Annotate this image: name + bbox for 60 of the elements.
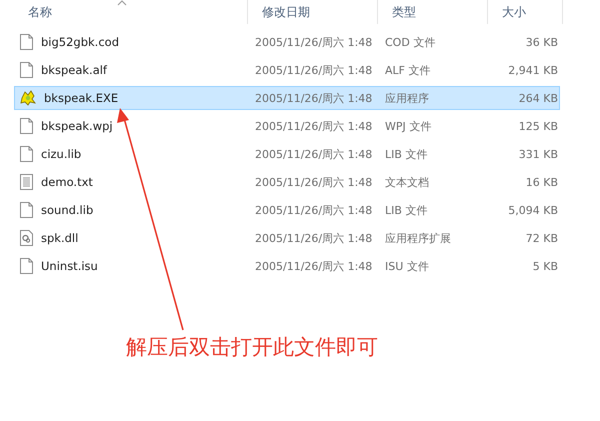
file-row[interactable]: bkspeak.EXE 2005/11/26/周六 1:48 应用程序 264 KB [14, 86, 560, 110]
file-row[interactable]: big52gbk.cod 2005/11/26/周六 1:48 COD 文件 36 KB [14, 30, 560, 54]
file-row[interactable]: bkspeak.wpj 2005/11/26/周六 1:48 WPJ 文件 125 KB [14, 114, 560, 138]
file-type: 应用程序扩展 [384, 230, 452, 246]
file-type: WPJ 文件 [384, 118, 432, 134]
file-icon [20, 62, 33, 78]
file-icon [20, 258, 33, 274]
file-size: 125 KB [518, 120, 559, 132]
file-size: 72 KB [524, 232, 559, 244]
file-name: sound.lib [41, 203, 94, 217]
column-header[interactable]: 修改日期 [248, 0, 378, 24]
file-row[interactable]: spk.dll 2005/11/26/周六 1:48 应用程序扩展 72 KB [14, 226, 560, 250]
file-size: 5,094 KB [507, 204, 559, 216]
file-row[interactable]: cizu.lib 2005/11/26/周六 1:48 LIB 文件 331 KB [14, 142, 560, 166]
file-name: bkspeak.EXE [44, 91, 118, 105]
file-name: Uninst.isu [41, 259, 98, 273]
app-icon [20, 90, 36, 106]
modified-date: 2005/11/26/周六 1:48 [254, 90, 374, 106]
text-file-icon [20, 174, 33, 190]
settings-file-icon [20, 230, 33, 246]
file-icon [20, 202, 33, 218]
modified-date: 2005/11/26/周六 1:48 [254, 34, 374, 50]
file-name: bkspeak.wpj [41, 119, 113, 133]
column-header[interactable]: 大小 [488, 0, 563, 24]
file-type: LIB 文件 [384, 146, 428, 162]
file-type: LIB 文件 [384, 202, 428, 218]
file-icon [20, 118, 33, 134]
modified-date: 2005/11/26/周六 1:48 [254, 62, 374, 78]
modified-date: 2005/11/26/周六 1:48 [254, 146, 374, 162]
file-name: big52gbk.cod [41, 35, 120, 49]
modified-date: 2005/11/26/周六 1:48 [254, 258, 374, 274]
file-icon [20, 146, 33, 162]
file-name: demo.txt [41, 175, 93, 189]
file-name: spk.dll [41, 231, 78, 245]
file-row[interactable]: sound.lib 2005/11/26/周六 1:48 LIB 文件 5,094 KB [14, 198, 560, 222]
file-row[interactable]: Uninst.isu 2005/11/26/周六 1:48 ISU 文件 5 KB [14, 254, 560, 278]
modified-date: 2005/11/26/周六 1:48 [254, 230, 374, 246]
file-size: 36 KB [524, 36, 559, 48]
file-size: 2,941 KB [507, 64, 559, 76]
file-size: 16 KB [524, 176, 559, 188]
file-type: ISU 文件 [384, 258, 430, 274]
file-type: 应用程序 [384, 90, 430, 106]
file-row[interactable]: bkspeak.alf 2005/11/26/周六 1:48 ALF 文件 2,941 KB [14, 58, 560, 82]
file-type: COD 文件 [384, 34, 436, 50]
file-size: 5 KB [532, 260, 559, 272]
file-icon [20, 34, 33, 50]
column-header[interactable]: 名称 [14, 0, 248, 24]
modified-date: 2005/11/26/周六 1:48 [254, 202, 374, 218]
file-type: 文本文档 [384, 174, 430, 190]
file-name: cizu.lib [41, 147, 82, 161]
column-header[interactable]: 类型 [378, 0, 488, 24]
file-row[interactable]: demo.txt 2005/11/26/周六 1:48 文本文档 16 KB [14, 170, 560, 194]
modified-date: 2005/11/26/周六 1:48 [254, 174, 374, 190]
annotation-text: 解压后双击打开此文件即可 [126, 334, 378, 361]
modified-date: 2005/11/26/周六 1:48 [254, 118, 374, 134]
file-size: 264 KB [518, 92, 559, 104]
file-type: ALF 文件 [384, 62, 432, 78]
file-size: 331 KB [518, 148, 559, 160]
sort-up-icon [117, 0, 127, 6]
file-name: bkspeak.alf [41, 63, 107, 77]
